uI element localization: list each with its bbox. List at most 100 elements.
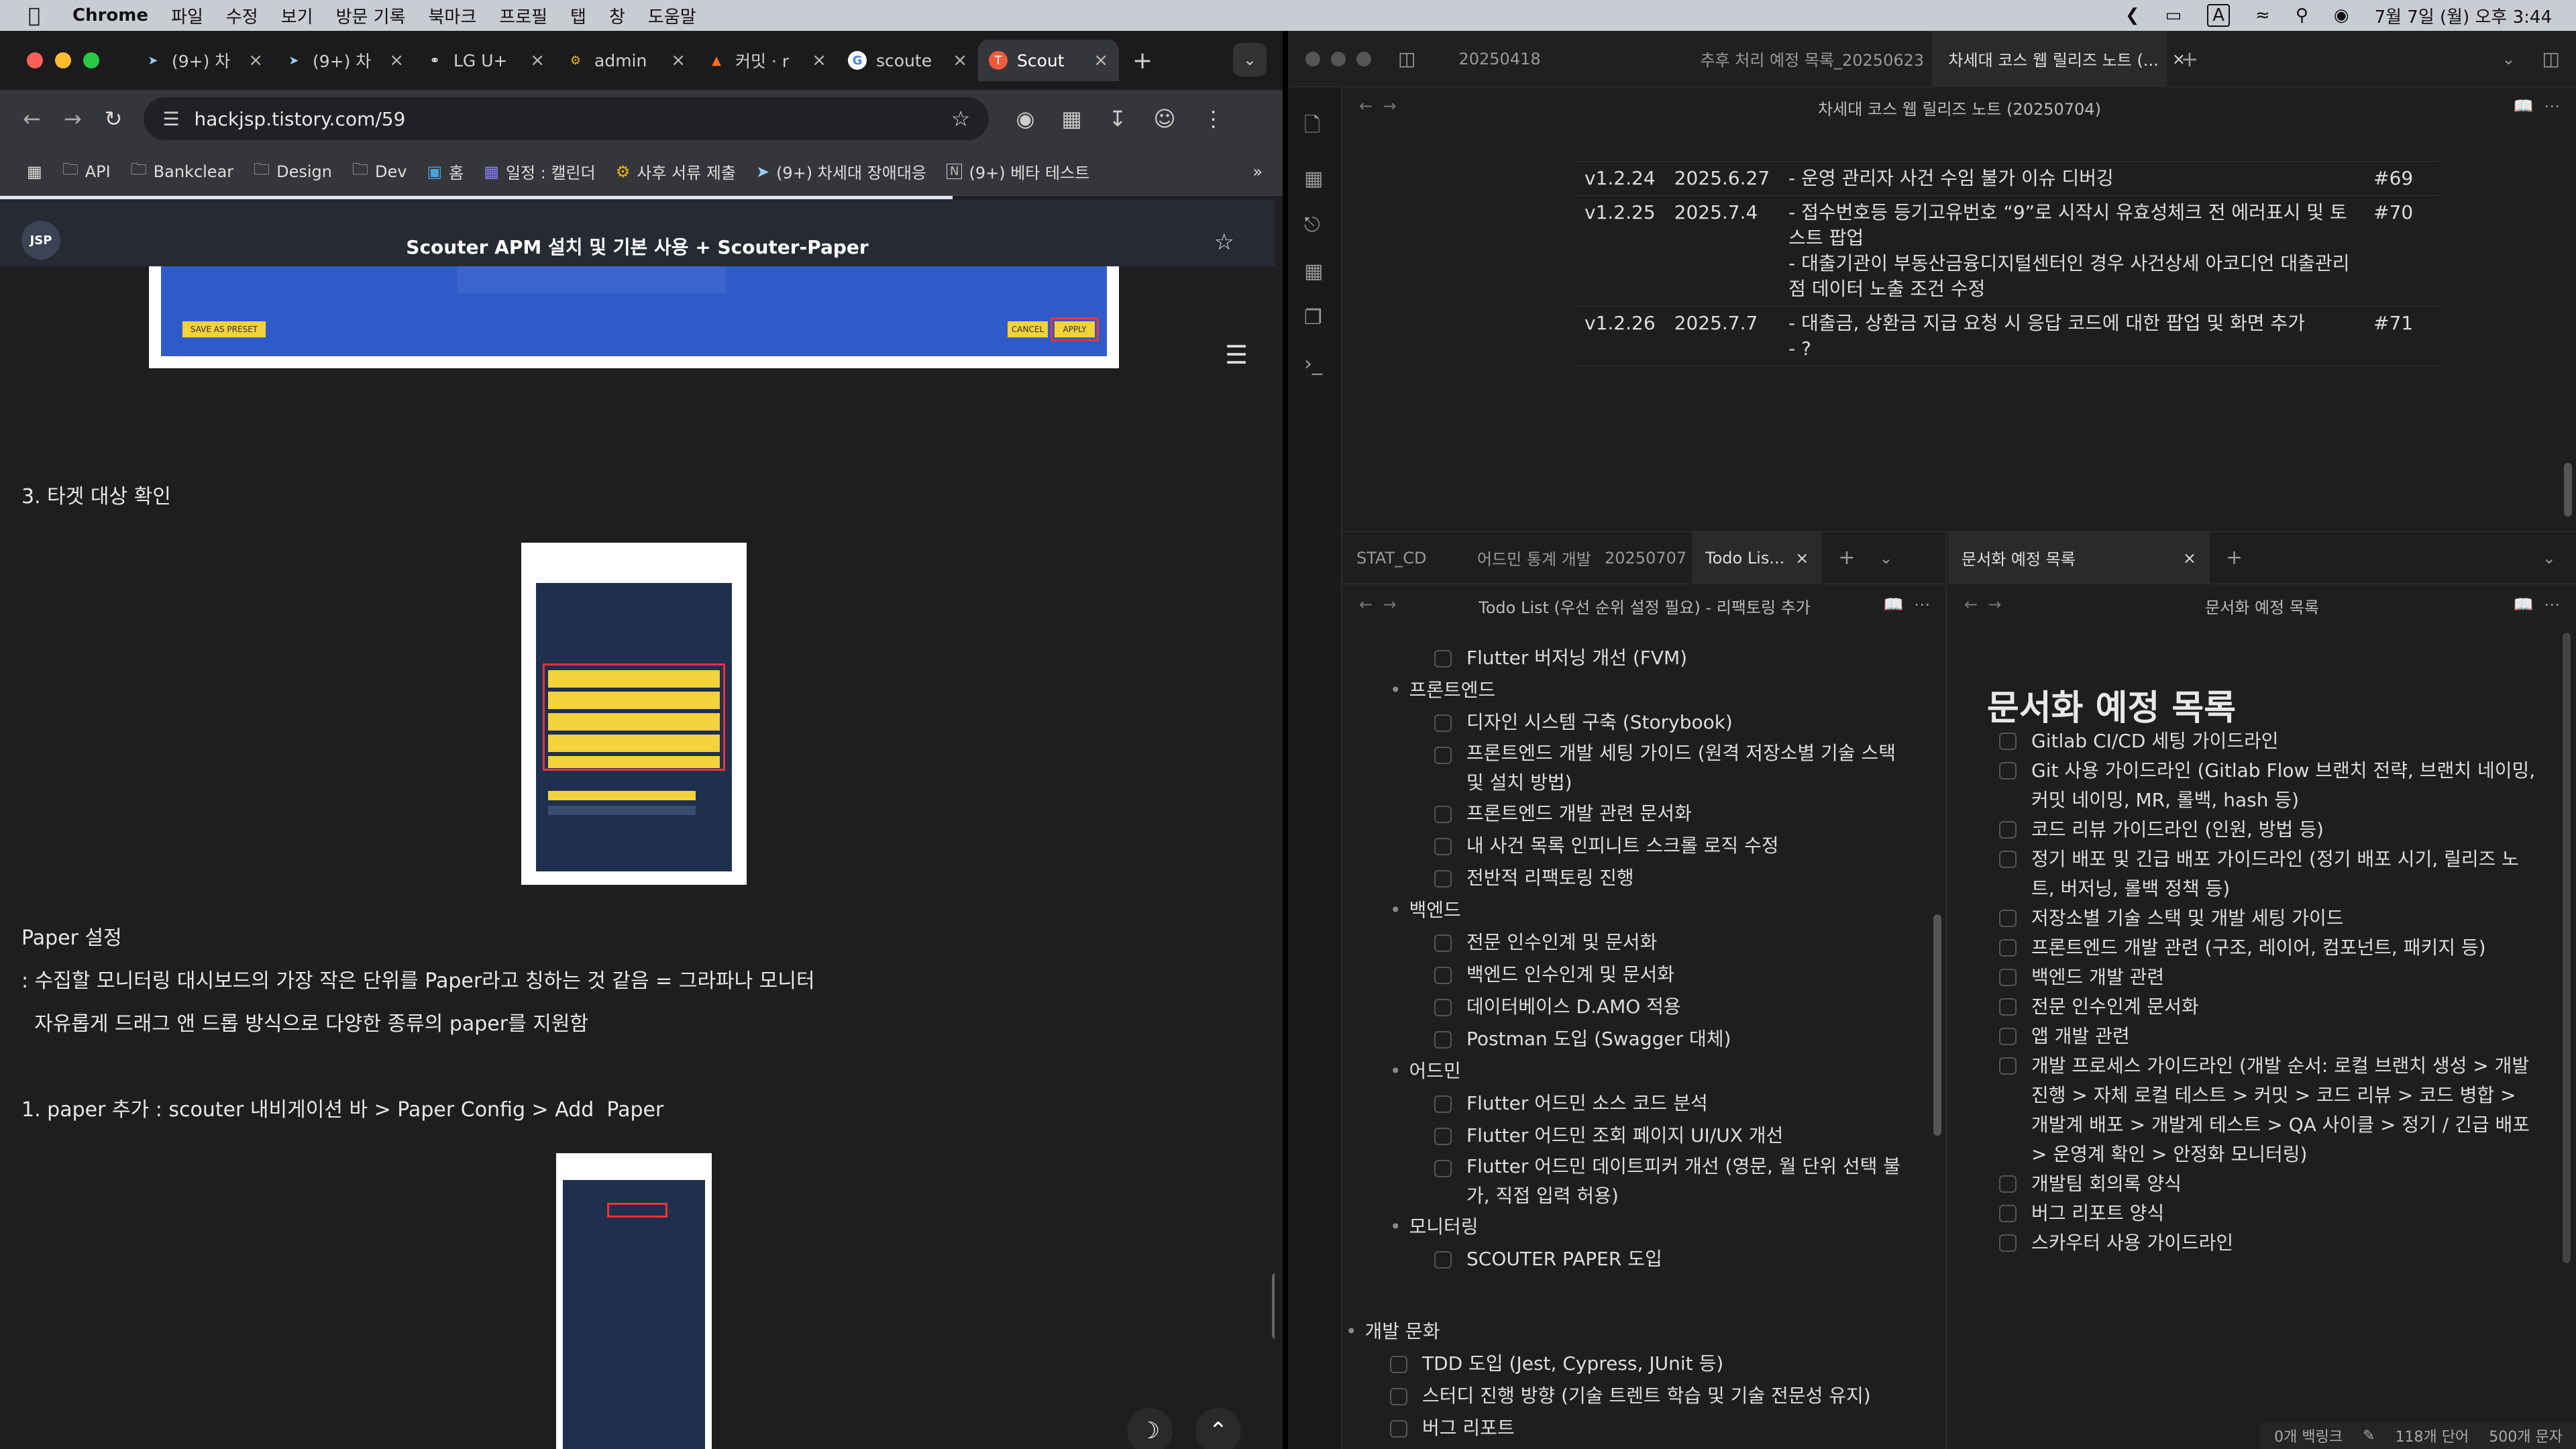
close-tab-icon[interactable]: ×	[2183, 549, 2196, 568]
chevron-down-icon[interactable]: ⌄	[2542, 549, 2556, 568]
site-info-icon[interactable]: ☰	[162, 108, 179, 130]
bookmark-calendar[interactable]: ▦ 일정 : 캘린더	[484, 160, 595, 183]
new-tab-button[interactable]: +	[2180, 46, 2198, 72]
checkbox[interactable]	[1999, 851, 2017, 868]
nav-back-forward-icons[interactable]: ← →	[1964, 595, 2001, 614]
tab-pending-list[interactable]: 추후 처리 예정 목록_20250623	[1684, 31, 1932, 87]
reading-view-icon[interactable]: 📖 ⋯	[2514, 97, 2560, 115]
star-icon[interactable]: ☆	[1214, 229, 1234, 256]
sidebar-toggle-icon[interactable]: ◫	[1398, 48, 1415, 70]
checkbox[interactable]	[1434, 838, 1452, 855]
nav-back-forward-icons[interactable]: ← →	[1359, 595, 1396, 614]
checkbox[interactable]	[1999, 1234, 2017, 1252]
input-source-indicator[interactable]: A	[2207, 4, 2231, 27]
close-tab-icon[interactable]: ×	[953, 50, 967, 70]
checkbox[interactable]	[1999, 1175, 2017, 1193]
checkbox[interactable]	[1999, 910, 2017, 927]
menu-profile[interactable]: 프로필	[499, 3, 547, 28]
browser-tab[interactable]: ➤ (9+) 차 ×	[274, 40, 415, 81]
bookmark-beta-test[interactable]: N (9+) 베타 테스트	[947, 160, 1089, 183]
reading-view-icon[interactable]: 📖 ⋯	[2514, 595, 2560, 614]
checkbox[interactable]	[1434, 1251, 1452, 1269]
terminal-icon[interactable]: ›_	[1304, 352, 1341, 376]
tab-search-button[interactable]: ⌄	[1233, 43, 1267, 76]
address-bar[interactable]: ☰ hackjsp.tistory.com/59 ☆	[144, 97, 989, 140]
checkbox[interactable]	[1999, 1057, 2017, 1075]
more-bookmarks-icon[interactable]: »	[1252, 162, 1263, 181]
checkbox[interactable]	[1434, 747, 1452, 764]
checkbox[interactable]	[1434, 1031, 1452, 1049]
dark-mode-toggle[interactable]: ☽	[1127, 1408, 1173, 1449]
pane-scrollbar[interactable]	[1933, 914, 1941, 1136]
checkbox[interactable]	[1999, 762, 2017, 780]
close-tab-icon[interactable]: ×	[530, 50, 545, 70]
tab-admin-stats[interactable]: 어드민 통계 개발	[1464, 546, 1591, 570]
checkbox[interactable]	[1434, 870, 1452, 888]
new-tab-button[interactable]: +	[1132, 47, 1152, 74]
tab-20250707[interactable]: 20250707	[1591, 549, 1692, 568]
minimize-window-button[interactable]	[55, 52, 71, 68]
table-of-contents-icon[interactable]: ☰	[1225, 340, 1248, 370]
forward-arrow-icon[interactable]: →	[64, 106, 82, 131]
browser-tab[interactable]: ⚙ admin ×	[555, 40, 696, 81]
checkbox[interactable]	[1999, 1028, 2017, 1045]
checkbox[interactable]	[1999, 733, 2017, 750]
camera-icon[interactable]: ◉	[1016, 106, 1034, 131]
file-explorer-icon[interactable]: 🗋	[1304, 110, 1341, 144]
close-tab-icon[interactable]: ×	[389, 50, 404, 70]
minimize-window-button[interactable]	[1331, 51, 1346, 66]
page-scrollbar[interactable]	[1272, 1273, 1275, 1340]
pane-scrollbar[interactable]	[2564, 463, 2572, 517]
chevron-down-icon[interactable]: ⌄	[2502, 50, 2515, 68]
checkbox[interactable]	[1999, 939, 2017, 957]
menu-edit[interactable]: 수정	[226, 3, 258, 28]
checkbox[interactable]	[1999, 1205, 2017, 1222]
close-tab-icon[interactable]: ×	[1093, 50, 1108, 70]
close-tab-icon[interactable]: ×	[248, 50, 263, 70]
checkbox[interactable]	[1434, 714, 1452, 732]
checkbox[interactable]	[1999, 821, 2017, 839]
spotlight-search-icon[interactable]: ⚲	[2296, 5, 2308, 25]
download-icon[interactable]: ↧	[1109, 106, 1127, 131]
canvas-icon[interactable]: ▦	[1304, 260, 1341, 283]
close-window-button[interactable]	[1305, 51, 1320, 66]
checkbox[interactable]	[1390, 1420, 1407, 1438]
bookmark-folder-design[interactable]: 🗀 Design	[254, 158, 332, 185]
graph-view-icon[interactable]: ⎋	[1304, 213, 1341, 237]
tab-release-notes[interactable]: 차세대 코스 웹 릴리즈 노트 (... ×	[1932, 31, 2186, 87]
checkbox[interactable]	[1390, 1356, 1407, 1373]
apple-icon[interactable]: 	[28, 4, 40, 28]
copy-icon[interactable]: ❐	[1304, 306, 1341, 329]
menu-view[interactable]: 보기	[281, 3, 313, 28]
menu-bookmarks[interactable]: 북마크	[429, 3, 477, 28]
browser-tab[interactable]: ▲ 커밋 · r ×	[696, 40, 837, 81]
new-tab-button[interactable]: +	[1838, 546, 1855, 570]
wifi-icon[interactable]: ≈	[2255, 5, 2270, 25]
checkbox[interactable]	[1434, 934, 1452, 952]
close-tab-icon[interactable]: ×	[1795, 549, 1809, 568]
menu-file[interactable]: 파일	[171, 3, 203, 28]
bookmark-folder-api[interactable]: 🗀 API	[62, 158, 111, 185]
right-sidebar-toggle-icon[interactable]: ◫	[2542, 48, 2560, 70]
close-window-button[interactable]	[27, 52, 43, 68]
checkbox[interactable]	[1999, 998, 2017, 1016]
chevron-down-icon[interactable]: ⌄	[1880, 549, 1893, 568]
browser-tab[interactable]: ➤ (9+) 차 ×	[133, 40, 274, 81]
new-tab-button[interactable]: +	[2226, 546, 2243, 570]
menu-window[interactable]: 창	[609, 3, 625, 28]
tab-docs-list[interactable]: 문서화 예정 목록 ×	[1948, 531, 2210, 584]
browser-tab[interactable]: Gscoute ×	[837, 40, 978, 81]
checkbox[interactable]	[1434, 806, 1452, 823]
checkbox[interactable]	[1434, 650, 1452, 667]
calendar-icon[interactable]: ▦	[1304, 167, 1341, 191]
reload-icon[interactable]: ↻	[105, 106, 123, 131]
edit-pencil-icon[interactable]: ✎	[2363, 1428, 2375, 1444]
menu-app-name[interactable]: Chrome	[72, 5, 148, 25]
control-center-icon[interactable]: ◉	[2334, 5, 2349, 25]
backlink-count[interactable]: 0개 백링크	[2274, 1425, 2343, 1446]
bookmark-folder-bankclear[interactable]: 🗀 Bankclear	[131, 158, 233, 185]
battery-icon[interactable]: ▭	[2165, 5, 2182, 25]
more-menu-icon[interactable]: ⋮	[1203, 106, 1224, 131]
bookmark-incident[interactable]: ➤ (9+) 차세대 장애대응	[756, 160, 926, 183]
checkbox[interactable]	[1999, 969, 2017, 986]
